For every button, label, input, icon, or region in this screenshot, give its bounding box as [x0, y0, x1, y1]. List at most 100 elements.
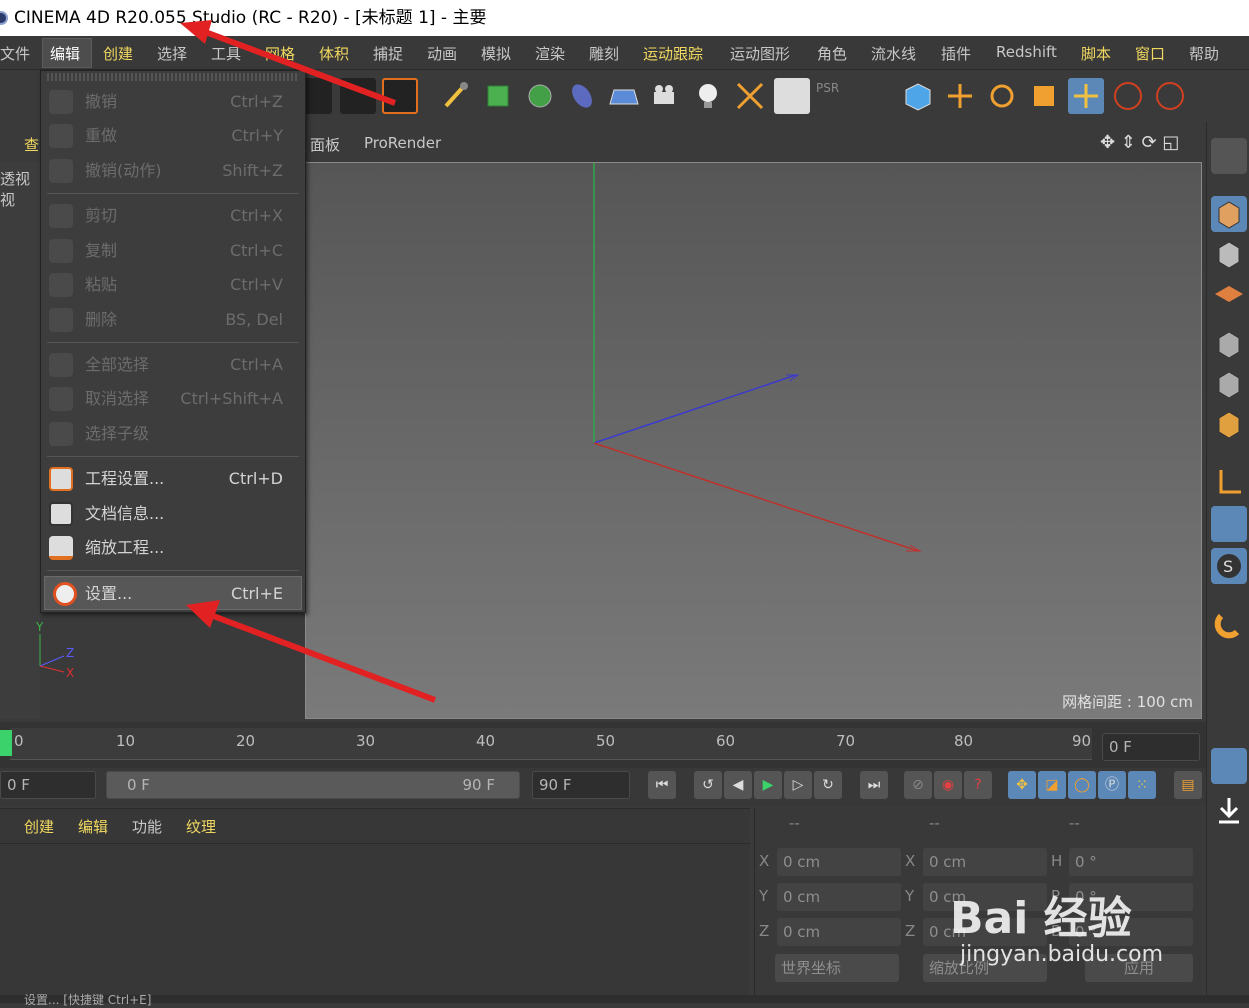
end-frame-field[interactable]: 90 F [532, 771, 630, 799]
subdivision-icon[interactable] [522, 78, 558, 114]
planar-workplane-icon[interactable] [1211, 704, 1247, 740]
menu-character[interactable]: 角色 [817, 43, 847, 64]
viewport-menu-prorender[interactable]: ProRender [364, 134, 441, 152]
model-mode-icon[interactable] [900, 78, 936, 114]
selection-cursor-icon-2[interactable] [1152, 78, 1188, 114]
scale-tool-icon[interactable] [1026, 78, 1062, 114]
timeline-window-icon[interactable]: ▤ [1174, 771, 1202, 799]
generator-cube-icon[interactable] [480, 78, 516, 114]
menu-snap[interactable]: 捕捉 [373, 43, 403, 64]
enable-axis-icon[interactable] [732, 78, 768, 114]
rotate-tool-icon[interactable] [984, 78, 1020, 114]
apply-button[interactable]: 应用 [1085, 954, 1193, 982]
mat-menu-edit[interactable]: 编辑 [78, 816, 108, 837]
menu-file[interactable]: 文件 [0, 43, 30, 64]
workplane-mode-icon[interactable] [1211, 276, 1247, 312]
menu-help[interactable]: 帮助 [1189, 43, 1219, 64]
menu-render[interactable]: 渲染 [535, 43, 565, 64]
prev-key-icon[interactable]: ↺ [694, 771, 722, 799]
start-frame-field[interactable]: 0 F [0, 771, 96, 799]
position-x-field[interactable]: 0 cm [777, 848, 901, 876]
locked-workplane-icon[interactable] [1211, 664, 1247, 700]
menu-item-document-info[interactable]: 文档信息... [41, 497, 305, 531]
download-icon[interactable] [1211, 792, 1247, 828]
mat-menu-texture[interactable]: 纹理 [186, 816, 216, 837]
solo-snap-icon[interactable]: S [1211, 548, 1247, 584]
menu-plugins[interactable]: 插件 [941, 43, 971, 64]
live-selection-move-icon[interactable] [1068, 78, 1104, 114]
mat-menu-create[interactable]: 创建 [24, 816, 54, 837]
menu-volume[interactable]: 体积 [319, 43, 349, 64]
rotation-h-field[interactable]: 0 ° [1069, 848, 1193, 876]
key-parameter-icon[interactable]: Ⓟ [1098, 771, 1126, 799]
coord-mode-dropdown[interactable]: 世界坐标 [775, 954, 899, 982]
prev-frame-icon[interactable]: ◀ [724, 771, 752, 799]
record-active-icon[interactable]: ⊘ [904, 771, 932, 799]
render-picture-viewer-icon[interactable] [340, 78, 376, 114]
menu-animate[interactable]: 动画 [427, 43, 457, 64]
disable-icon[interactable] [1211, 914, 1247, 950]
menu-create[interactable]: 创建 [103, 43, 133, 64]
menu-sculpt[interactable]: 雕刻 [589, 43, 619, 64]
play-forward-icon[interactable]: ▶ [754, 771, 782, 799]
menu-motion-tracker[interactable]: 运动跟踪 [643, 43, 703, 64]
character-ik-icon[interactable] [1211, 834, 1247, 870]
menu-item-scale-project[interactable]: 缩放工程... [41, 531, 305, 565]
next-key-icon[interactable]: ↻ [814, 771, 842, 799]
menu-pipeline[interactable]: 流水线 [871, 43, 916, 64]
position-z-field[interactable]: 0 cm [777, 918, 901, 946]
keyframe-selection-icon[interactable]: ? [964, 771, 992, 799]
python-icon[interactable] [1211, 956, 1247, 992]
go-to-end-icon[interactable]: ⏭ [860, 771, 888, 799]
menu-script[interactable]: 脚本 [1081, 43, 1111, 64]
preview-range-slider[interactable]: 0 F 90 F [106, 771, 520, 799]
3d-viewport[interactable]: 网格间距 : 100 cm [305, 162, 1202, 719]
menu-window[interactable]: 窗口 [1135, 43, 1165, 64]
floor-grid-icon[interactable] [606, 78, 642, 114]
viewport-menu-view[interactable]: 查 [24, 134, 39, 155]
psr-icon[interactable]: PSR [816, 78, 852, 114]
menu-tear-off-handle[interactable] [47, 73, 299, 81]
deformer-bend-icon[interactable] [564, 78, 600, 114]
key-scale-icon[interactable]: ◪ [1038, 771, 1066, 799]
magnet-snap-icon[interactable] [1211, 606, 1247, 642]
polygons-mode-icon[interactable] [1211, 406, 1247, 442]
model-mode-icon[interactable] [1211, 196, 1247, 232]
menu-simulate[interactable]: 模拟 [481, 43, 511, 64]
selection-cursor-icon[interactable] [1110, 78, 1146, 114]
position-y-field[interactable]: 0 cm [777, 883, 901, 911]
size-z-field[interactable]: 0 cm [923, 918, 1047, 946]
menu-edit[interactable]: 编辑 [50, 43, 80, 64]
menu-tools[interactable]: 工具 [211, 43, 241, 64]
coordinate-system-icon[interactable] [858, 78, 894, 114]
tweak-mode-icon[interactable] [1211, 506, 1247, 542]
key-pla-icon[interactable]: ⁙ [1128, 771, 1156, 799]
layout-window-icon[interactable] [1211, 748, 1247, 784]
texture-mode-icon[interactable] [1211, 236, 1247, 272]
menu-item-preferences[interactable]: 设置... Ctrl+E [44, 576, 302, 610]
menu-redshift[interactable]: Redshift [996, 43, 1057, 61]
viewport-solo-icon[interactable] [1211, 138, 1247, 174]
scale-mode-dropdown[interactable]: 缩放比例 [923, 954, 1047, 982]
viewport-menu-panel[interactable]: 面板 [310, 134, 340, 155]
viewport-nav-icons[interactable]: ✥ ⇕ ⟳ ◱ [1100, 132, 1179, 153]
timeline-playhead[interactable] [0, 730, 12, 756]
key-position-icon[interactable]: ✥ [1008, 771, 1036, 799]
menu-mesh[interactable]: 网格 [265, 43, 295, 64]
camera-icon[interactable] [648, 78, 684, 114]
rotation-b-field[interactable]: 0 ° [1069, 918, 1193, 946]
key-rotation-icon[interactable]: ◯ [1068, 771, 1096, 799]
timeline-ruler[interactable]: 0 10 20 30 40 50 60 70 80 90 [10, 728, 1092, 760]
size-x-field[interactable]: 0 cm [923, 848, 1047, 876]
next-frame-icon[interactable]: ▷ [784, 771, 812, 799]
size-y-field[interactable]: 0 cm [923, 883, 1047, 911]
current-frame-field[interactable]: 0 F [1102, 733, 1200, 761]
pen-spline-icon[interactable] [438, 78, 474, 114]
render-settings-icon[interactable] [382, 78, 418, 114]
axis-mode-icon[interactable] [1211, 464, 1247, 500]
go-to-start-icon[interactable]: ⏮ [648, 771, 676, 799]
edges-mode-icon[interactable] [1211, 366, 1247, 402]
menu-mograph[interactable]: 运动图形 [730, 43, 790, 64]
sculpt-icon[interactable] [1211, 874, 1247, 910]
mat-menu-function[interactable]: 功能 [132, 816, 162, 837]
